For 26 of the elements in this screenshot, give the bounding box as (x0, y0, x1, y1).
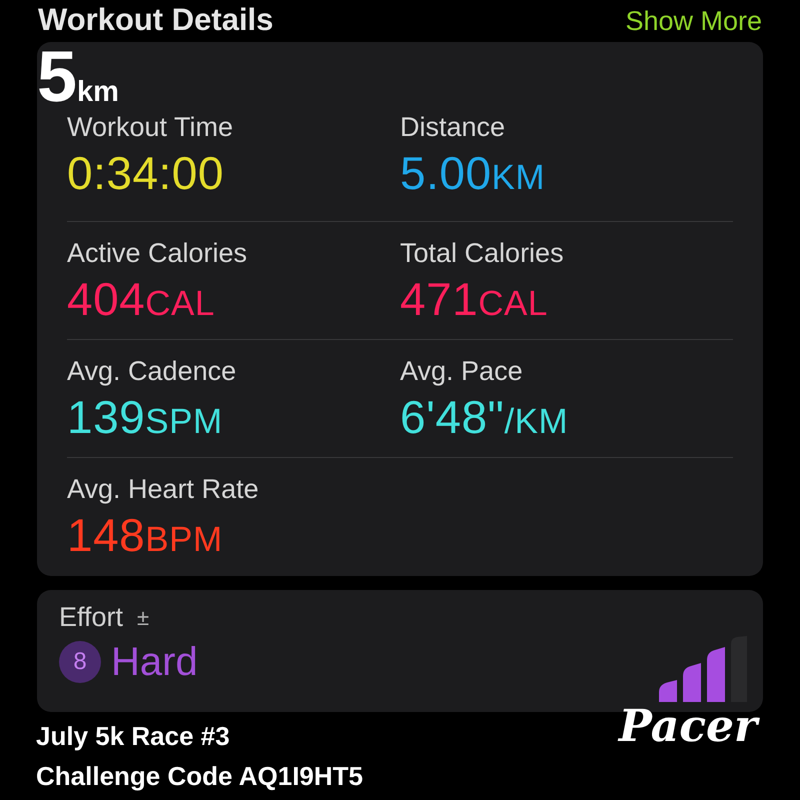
section-title: Workout Details (38, 2, 274, 38)
challenge-code: Challenge Code AQ1I9HT5 (36, 760, 363, 793)
adjust-icon[interactable]: ± (137, 604, 150, 630)
metric-label: Total Calories (400, 237, 565, 270)
metric-label: Workout Time (67, 111, 234, 144)
metric-value: 148BPM (67, 508, 224, 563)
distance-number: 5 (37, 44, 78, 110)
effort-score: 8 (59, 641, 101, 683)
metric-value: 471CAL (400, 272, 549, 327)
metric-value: 139SPM (67, 390, 224, 445)
effort-label: Effort (59, 602, 124, 633)
metric-value: 404CAL (67, 272, 216, 327)
effort-rating: Hard (111, 639, 198, 685)
show-more-link[interactable]: Show More (625, 6, 762, 37)
challenge-name: July 5k Race #3 (36, 720, 231, 753)
metric-value: 6'48"/KM (400, 390, 570, 445)
metric-value: 0:34:00 (67, 146, 225, 201)
metric-label: Active Calories (67, 237, 248, 270)
distance-unit: km (77, 76, 119, 109)
metric-label: Distance (400, 111, 506, 144)
metric-label: Avg. Cadence (67, 355, 238, 388)
signal-bars-icon (659, 636, 747, 702)
metric-value: 5.00KM (400, 146, 546, 201)
brand-logo: Pacer (618, 702, 758, 752)
metric-label: Avg. Pace (400, 355, 524, 388)
metric-label: Avg. Heart Rate (67, 473, 260, 506)
